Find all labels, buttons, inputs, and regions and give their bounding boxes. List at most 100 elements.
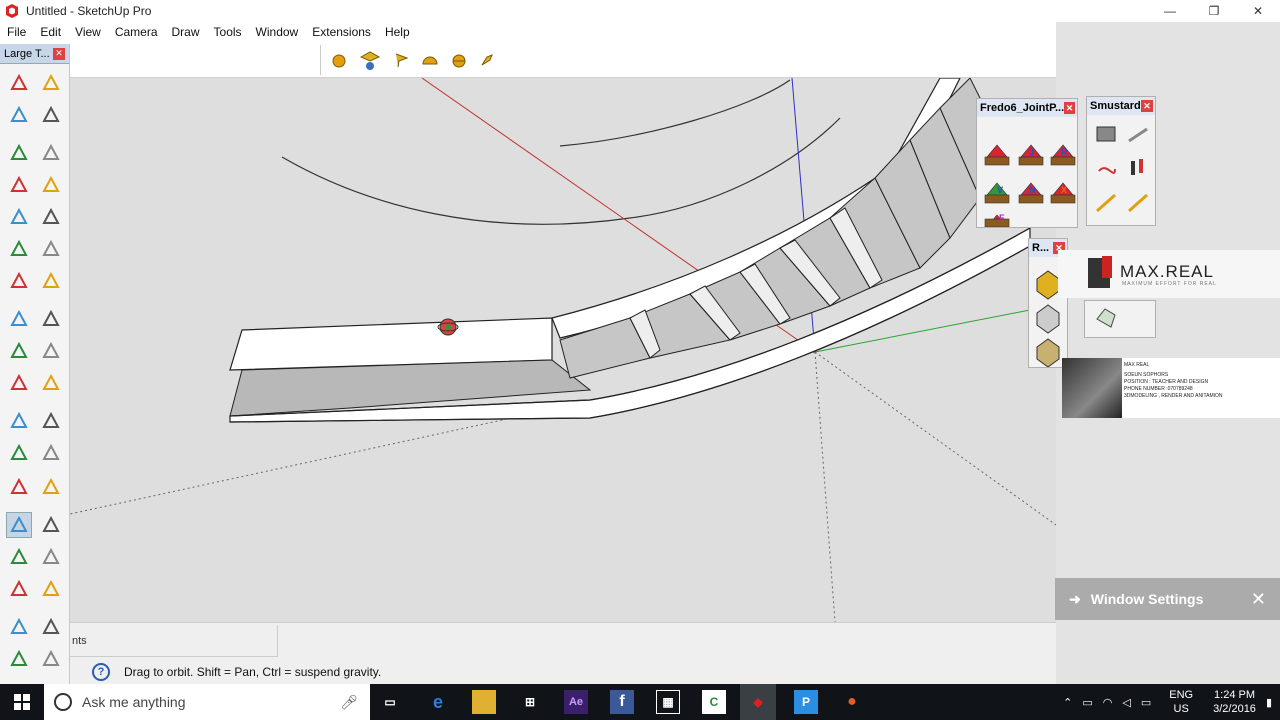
push-pull-icon[interactable] [38, 306, 64, 332]
position-camera-icon[interactable] [6, 614, 32, 640]
microphone-icon[interactable]: 🎤︎ [340, 694, 358, 711]
author-photo [1062, 358, 1122, 418]
battery-icon[interactable]: ▭ [1082, 696, 1092, 709]
pinterest-icon[interactable]: P [794, 690, 818, 714]
action-center-icon[interactable]: ▮ [1266, 696, 1272, 709]
arc-icon[interactable] [6, 236, 32, 262]
3d-text-icon[interactable] [38, 474, 64, 500]
zoom-extents-icon[interactable] [6, 576, 32, 602]
arc-2pt-icon[interactable] [38, 236, 64, 262]
tray-chevron-icon[interactable]: ⌃ [1063, 696, 1072, 709]
eraser-icon[interactable] [38, 102, 64, 128]
minimize-button[interactable]: — [1148, 0, 1192, 22]
maximize-button[interactable]: ❐ [1192, 0, 1236, 22]
zoom-icon[interactable] [6, 544, 32, 570]
film-icon[interactable]: ▦ [656, 690, 680, 714]
menu-extensions[interactable]: Extensions [305, 25, 378, 39]
windows-taskbar: Ask me anything 🎤︎ ▭ e ⊞ Ae f ▦ C ◆ P ● … [0, 684, 1280, 720]
info-line: POSITION : TEACHER AND DESIGN [1124, 379, 1209, 385]
volume-icon[interactable]: ◁ [1122, 696, 1130, 709]
fredo-close-button[interactable]: ✕ [1064, 102, 1075, 114]
menu-edit[interactable]: Edit [33, 25, 68, 39]
circle-icon[interactable] [6, 204, 32, 230]
wifi-icon[interactable]: ◠ [1103, 696, 1113, 709]
clock[interactable]: 1:24 PM 3/2/2016 [1213, 688, 1256, 716]
rotated-rectangle-icon[interactable] [38, 172, 64, 198]
model-canvas[interactable] [70, 78, 1056, 622]
pie-icon[interactable] [38, 268, 64, 294]
follow-me-icon[interactable] [38, 338, 64, 364]
after-effects-icon[interactable]: Ae [564, 690, 588, 714]
smustard-close-button[interactable]: ✕ [1141, 100, 1153, 112]
walk-icon[interactable] [6, 646, 32, 672]
rectangle-icon[interactable] [6, 172, 32, 198]
pan-icon[interactable] [38, 512, 64, 538]
freehand-icon[interactable] [38, 140, 64, 166]
toast-close-button[interactable]: ✕ [1251, 589, 1266, 610]
measurements-box[interactable]: nts [70, 625, 278, 657]
firefox-icon[interactable]: ● [840, 690, 864, 714]
tape-measure-icon[interactable] [6, 408, 32, 434]
arrow-tool-icon[interactable] [479, 52, 495, 68]
drawing-viewport[interactable] [70, 78, 1056, 622]
close-button[interactable]: ✕ [1236, 0, 1280, 22]
fredo-icon-letter: X [1061, 185, 1067, 195]
facebook-icon[interactable]: f [610, 690, 634, 714]
language-indicator[interactable]: ENG US [1169, 688, 1193, 716]
menu-draw[interactable]: Draw [165, 25, 207, 39]
line-icon[interactable] [6, 140, 32, 166]
sketchup-taskbar-icon[interactable]: ◆ [740, 684, 776, 720]
sphere-tool-icon[interactable] [331, 52, 347, 68]
smustard-tool-grid[interactable] [1087, 115, 1155, 225]
dotted-axis [814, 351, 1056, 526]
edge-icon[interactable]: e [426, 690, 450, 714]
dome-tool-icon[interactable] [421, 52, 439, 68]
file-explorer-icon[interactable] [472, 690, 496, 714]
look-around-icon[interactable] [38, 614, 64, 640]
protractor-icon[interactable] [6, 440, 32, 466]
info-line: MAX REAL [1124, 362, 1150, 368]
menu-window[interactable]: Window [249, 25, 306, 39]
rotate-icon[interactable] [6, 338, 32, 364]
orbit-icon[interactable] [6, 512, 32, 538]
offset-icon[interactable] [38, 370, 64, 396]
notification-icon[interactable]: ▭ [1141, 696, 1151, 709]
help-button[interactable]: ? [92, 663, 110, 681]
fredo-tool-grid[interactable]: J R V N X F [977, 117, 1077, 228]
cortana-icon [54, 693, 72, 711]
paint-bucket-icon[interactable] [6, 102, 32, 128]
palette-close-button[interactable]: ✕ [53, 47, 65, 60]
move-icon[interactable] [6, 306, 32, 332]
axes-icon[interactable] [6, 474, 32, 500]
flag-tool-icon[interactable] [393, 52, 409, 68]
half-sphere-tool-icon[interactable] [451, 52, 467, 68]
drape-tool-icon[interactable] [359, 49, 381, 71]
text-icon[interactable] [38, 440, 64, 466]
dimension-icon[interactable] [38, 408, 64, 434]
menu-file[interactable]: File [0, 25, 33, 39]
store-icon[interactable]: ⊞ [518, 690, 542, 714]
camtasia-icon[interactable]: C [702, 690, 726, 714]
info-line: SOEUN SOPHORS [1124, 372, 1169, 378]
mesh-tool-icon[interactable] [1085, 301, 1155, 337]
cortana-search-box[interactable]: Ask me anything 🎤︎ [44, 684, 370, 720]
window-settings-toast[interactable]: ➜ Window Settings ✕ [1055, 578, 1280, 620]
menu-help[interactable]: Help [378, 25, 417, 39]
palette-header: Large T... ✕ [0, 44, 69, 64]
component-icon[interactable] [38, 70, 64, 96]
guide-curve [281, 117, 841, 225]
polygon-icon[interactable] [38, 204, 64, 230]
task-view-icon[interactable]: ▭ [378, 690, 402, 714]
previous-icon[interactable] [38, 576, 64, 602]
menu-view[interactable]: View [68, 25, 108, 39]
zoom-window-icon[interactable] [38, 544, 64, 570]
select-icon[interactable] [6, 70, 32, 96]
arc-3pt-icon[interactable] [6, 268, 32, 294]
menu-camera[interactable]: Camera [108, 25, 165, 39]
menu-tools[interactable]: Tools [207, 25, 249, 39]
window-title: Untitled - SketchUp Pro [26, 4, 152, 18]
scale-icon[interactable] [6, 370, 32, 396]
windows-start-icon[interactable] [14, 694, 30, 710]
max-real-logo: MAX.REAL MAXIMUM EFFORT FOR REAL [1058, 250, 1280, 298]
section-plane-icon[interactable] [38, 646, 64, 672]
